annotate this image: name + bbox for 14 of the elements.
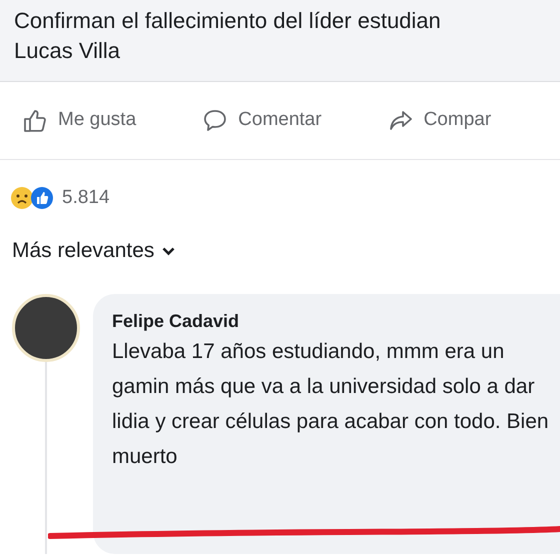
comment-button[interactable]: Comentar (202, 106, 322, 135)
chevron-down-icon (162, 246, 176, 256)
sad-reaction-icon (10, 186, 34, 210)
post-title-line: Confirman el fallecimiento del líder estudian (14, 7, 442, 35)
like-icon (22, 108, 48, 134)
like-reaction-icon (30, 186, 54, 210)
sort-dropdown[interactable]: Más relevantes (0, 236, 176, 266)
reaction-count[interactable]: 5.814 (62, 184, 110, 212)
comment-text: Llevaba 17 años estudiando, mmm era un gamin más que va a la universidad solo a dar lidia y crear células para acabar con todo. Bien muerto (112, 339, 550, 470)
comment-author[interactable]: Felipe Cadavid (112, 308, 560, 334)
share-button[interactable]: Compar (388, 106, 492, 135)
like-button[interactable]: Me gusta (22, 106, 136, 135)
post-title-line: Lucas Villa (14, 37, 121, 65)
comment-icon (202, 108, 228, 134)
